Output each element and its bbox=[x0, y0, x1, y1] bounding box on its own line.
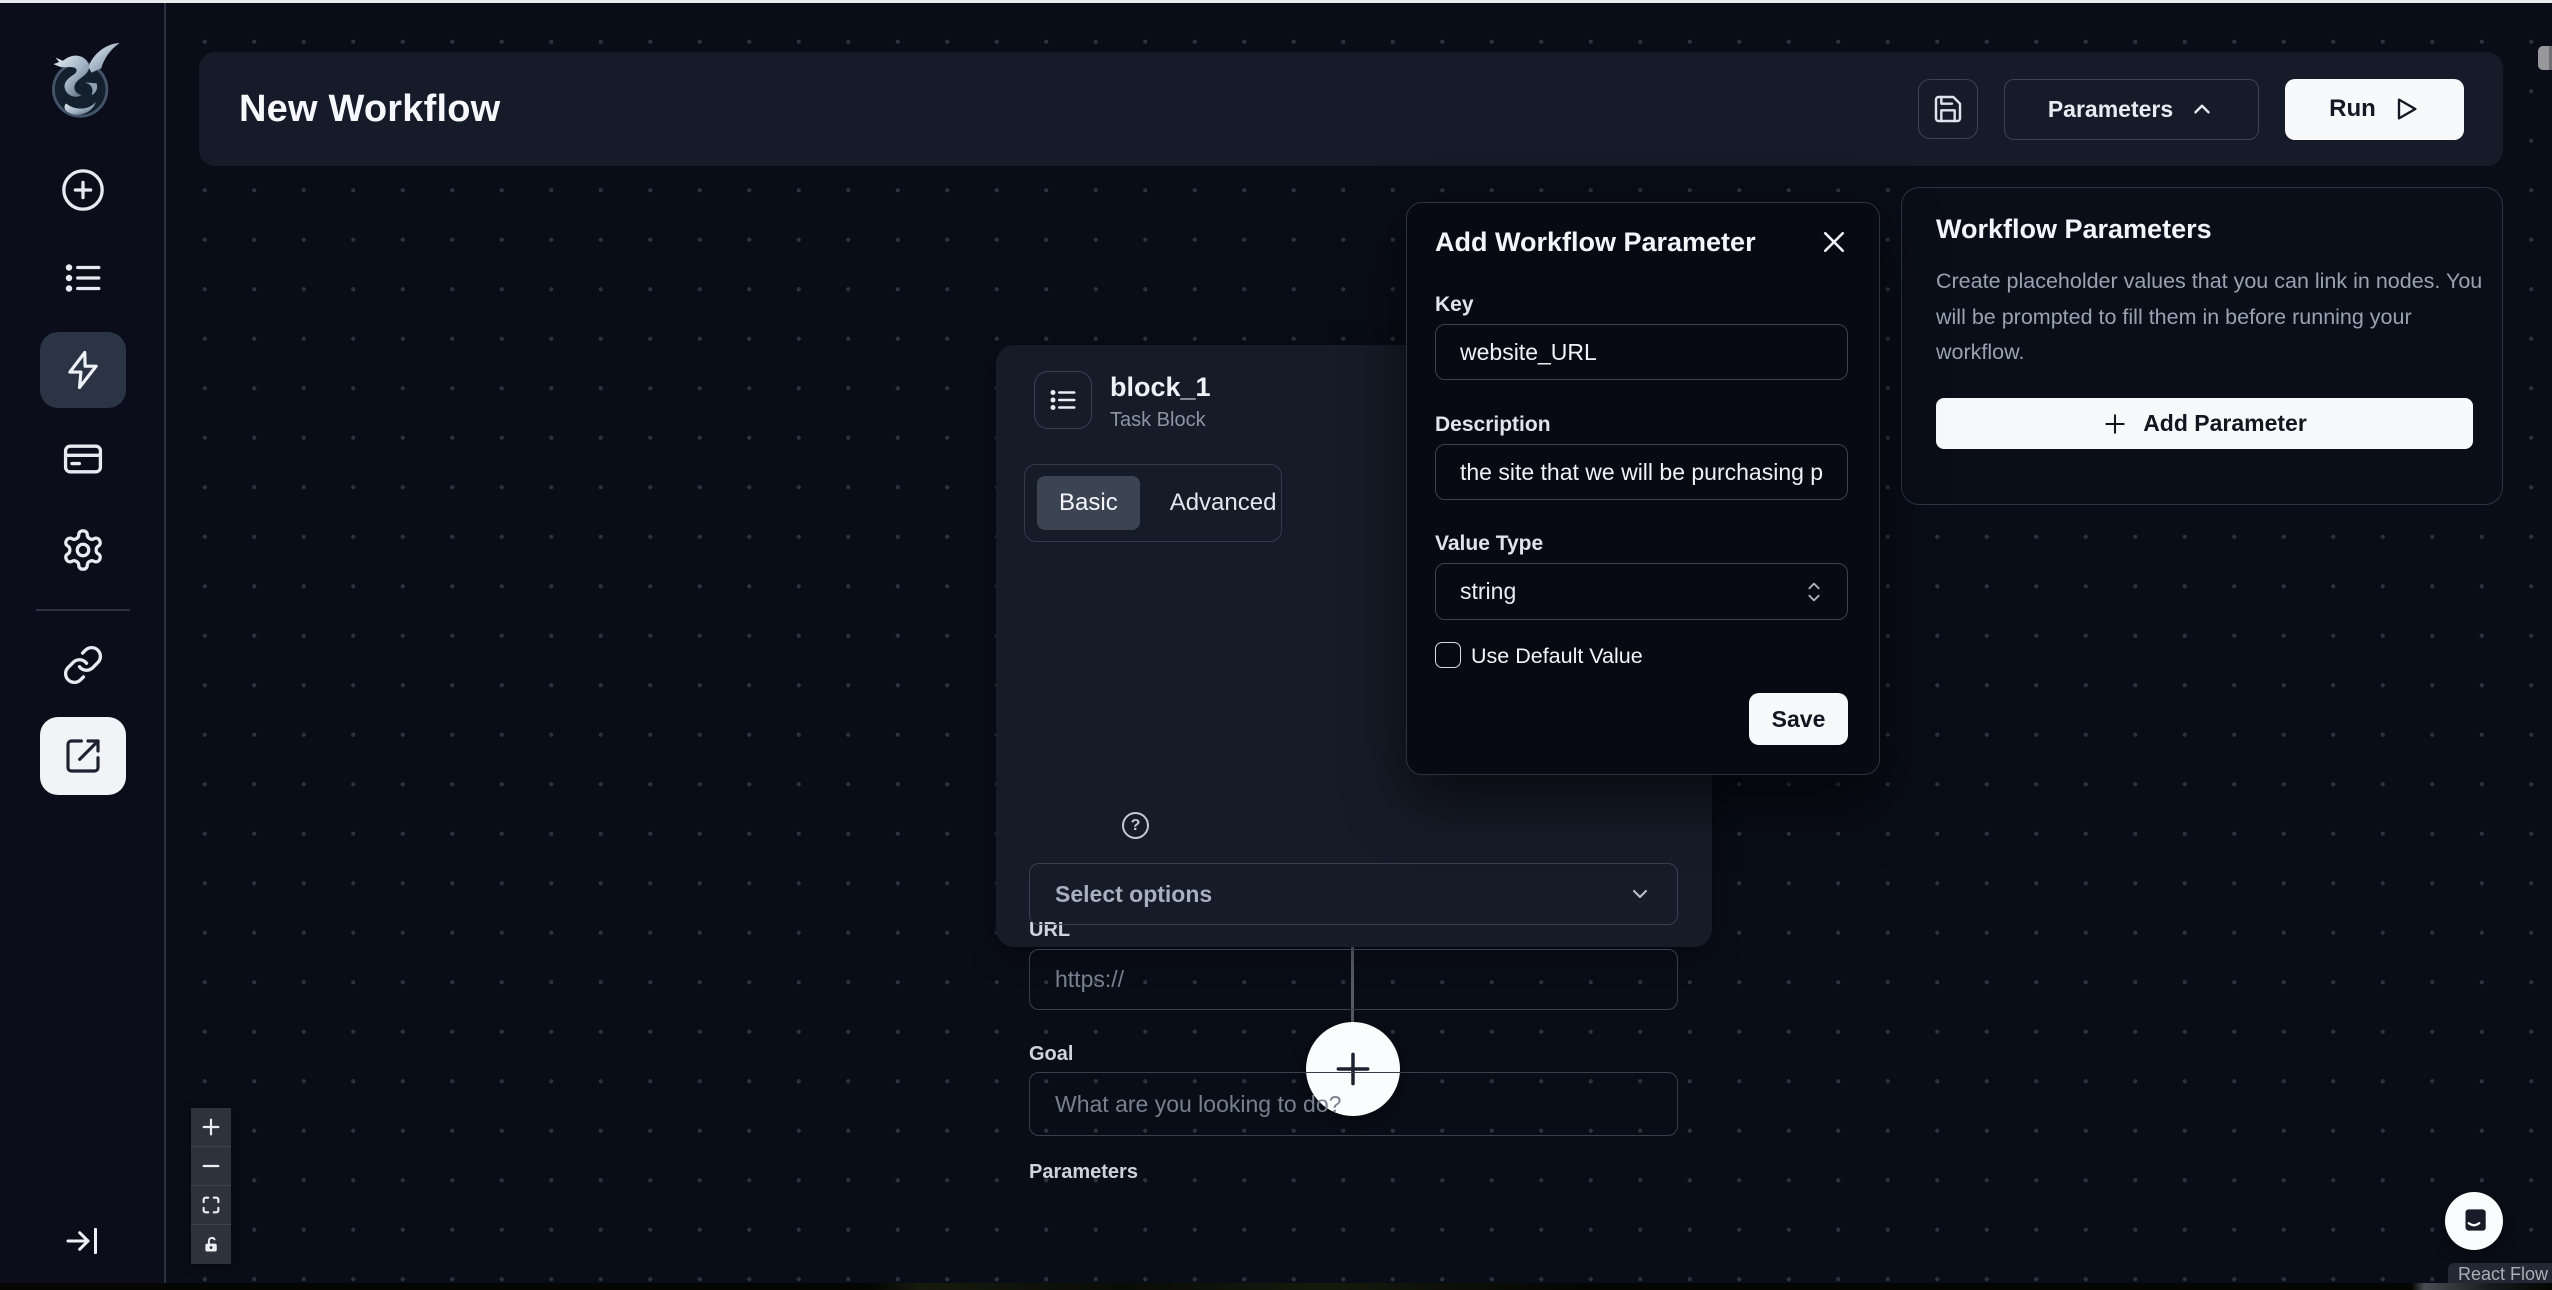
parameters-help-icon[interactable]: ? bbox=[1122, 812, 1149, 839]
fit-view-button[interactable] bbox=[191, 1186, 231, 1225]
attribution-label: React Flow bbox=[2458, 1264, 2548, 1285]
use-default-value-checkbox[interactable] bbox=[1435, 642, 1461, 668]
play-icon bbox=[2392, 95, 2420, 123]
node-parameters-label: Parameters bbox=[1029, 1161, 1138, 1184]
goal-label: Goal bbox=[1029, 1043, 1073, 1066]
add-workflow-parameter-modal: Add Workflow Parameter Key Description V… bbox=[1406, 202, 1880, 775]
value-type-value: string bbox=[1460, 578, 1516, 605]
sidebar-item-runs[interactable] bbox=[0, 257, 166, 299]
zoom-out-button[interactable] bbox=[191, 1147, 231, 1186]
arrow-to-bar-icon bbox=[63, 1221, 103, 1261]
app-root: New Workflow Parameters Run bbox=[0, 0, 2552, 1290]
description-input[interactable] bbox=[1435, 444, 1848, 500]
list-icon bbox=[1048, 385, 1078, 415]
add-parameter-label: Add Parameter bbox=[2143, 410, 2307, 437]
gear-icon bbox=[60, 527, 106, 573]
panel-description: Create placeholder values that you can l… bbox=[1936, 264, 2484, 371]
run-workflow-button[interactable]: Run bbox=[2285, 79, 2464, 140]
bottom-screen-strip bbox=[0, 1283, 2552, 1290]
app-logo bbox=[0, 36, 166, 126]
fit-view-icon bbox=[200, 1194, 222, 1216]
node-subtitle: Task Block bbox=[1110, 409, 1206, 432]
flow-controls bbox=[191, 1108, 231, 1264]
parameters-select[interactable]: Select options bbox=[1029, 863, 1678, 925]
add-parameter-button[interactable]: Add Parameter bbox=[1936, 398, 2473, 449]
parameters-select-placeholder: Select options bbox=[1055, 881, 1212, 908]
credit-card-icon bbox=[61, 437, 105, 481]
panel-title: Workflow Parameters bbox=[1936, 214, 2212, 245]
page-title: New Workflow bbox=[239, 88, 500, 131]
link-icon bbox=[62, 644, 104, 686]
node-tabs: Basic Advanced bbox=[1024, 464, 1282, 542]
plus-icon bbox=[200, 1116, 222, 1138]
value-type-label: Value Type bbox=[1435, 532, 1543, 556]
chevron-up-icon bbox=[2189, 96, 2215, 122]
floppy-save-icon bbox=[1932, 93, 1964, 125]
chevrons-up-down-icon bbox=[1805, 579, 1823, 605]
tab-basic[interactable]: Basic bbox=[1037, 476, 1140, 530]
sidebar-item-create[interactable] bbox=[0, 167, 166, 213]
header-actions: Parameters Run bbox=[1918, 79, 2464, 140]
use-default-value-label: Use Default Value bbox=[1471, 644, 1643, 669]
top-screen-strip bbox=[0, 0, 2552, 3]
support-chat-button[interactable] bbox=[2445, 1192, 2503, 1250]
sidebar-expand-button[interactable] bbox=[0, 1221, 166, 1261]
plus-icon bbox=[2102, 411, 2128, 437]
screen-edge-artifact bbox=[2538, 46, 2552, 70]
sidebar-item-workflows[interactable] bbox=[40, 332, 126, 408]
modal-save-button[interactable]: Save bbox=[1749, 693, 1848, 745]
workflow-parameters-panel: Workflow Parameters Create placeholder v… bbox=[1901, 187, 2503, 505]
list-icon bbox=[62, 257, 104, 299]
modal-title: Add Workflow Parameter bbox=[1435, 227, 1756, 258]
plus-circle-icon bbox=[60, 167, 106, 213]
chevron-down-icon bbox=[1628, 882, 1652, 906]
modal-close-button[interactable] bbox=[1819, 227, 1849, 257]
external-link-icon bbox=[63, 736, 103, 776]
save-workflow-button[interactable] bbox=[1918, 79, 1978, 139]
sidebar bbox=[0, 3, 166, 1283]
sidebar-item-settings[interactable] bbox=[0, 527, 166, 573]
value-type-select[interactable]: string bbox=[1435, 563, 1848, 620]
workflow-header: New Workflow Parameters Run bbox=[199, 52, 2503, 166]
key-label: Key bbox=[1435, 293, 1474, 317]
close-icon bbox=[1819, 227, 1849, 257]
description-label: Description bbox=[1435, 413, 1551, 437]
lightning-icon bbox=[62, 349, 104, 391]
minus-icon bbox=[200, 1155, 222, 1177]
chat-icon bbox=[2457, 1204, 2491, 1238]
parameters-toggle-button[interactable]: Parameters bbox=[2004, 79, 2259, 140]
lock-button[interactable] bbox=[191, 1225, 231, 1264]
zoom-in-button[interactable] bbox=[191, 1108, 231, 1147]
run-button-label: Run bbox=[2329, 95, 2376, 123]
sidebar-item-external[interactable] bbox=[40, 717, 126, 795]
url-input[interactable] bbox=[1029, 949, 1678, 1010]
parameters-button-label: Parameters bbox=[2048, 96, 2173, 123]
lock-icon bbox=[201, 1234, 222, 1255]
node-title: block_1 bbox=[1110, 372, 1211, 403]
sidebar-divider bbox=[36, 609, 130, 611]
key-input[interactable] bbox=[1435, 324, 1848, 380]
sidebar-item-billing[interactable] bbox=[0, 437, 166, 481]
sidebar-item-integrations[interactable] bbox=[0, 644, 166, 686]
dragon-logo-icon bbox=[37, 36, 129, 126]
goal-input[interactable] bbox=[1029, 1072, 1678, 1136]
node-icon-box bbox=[1034, 371, 1092, 429]
tab-advanced[interactable]: Advanced bbox=[1148, 476, 1299, 530]
